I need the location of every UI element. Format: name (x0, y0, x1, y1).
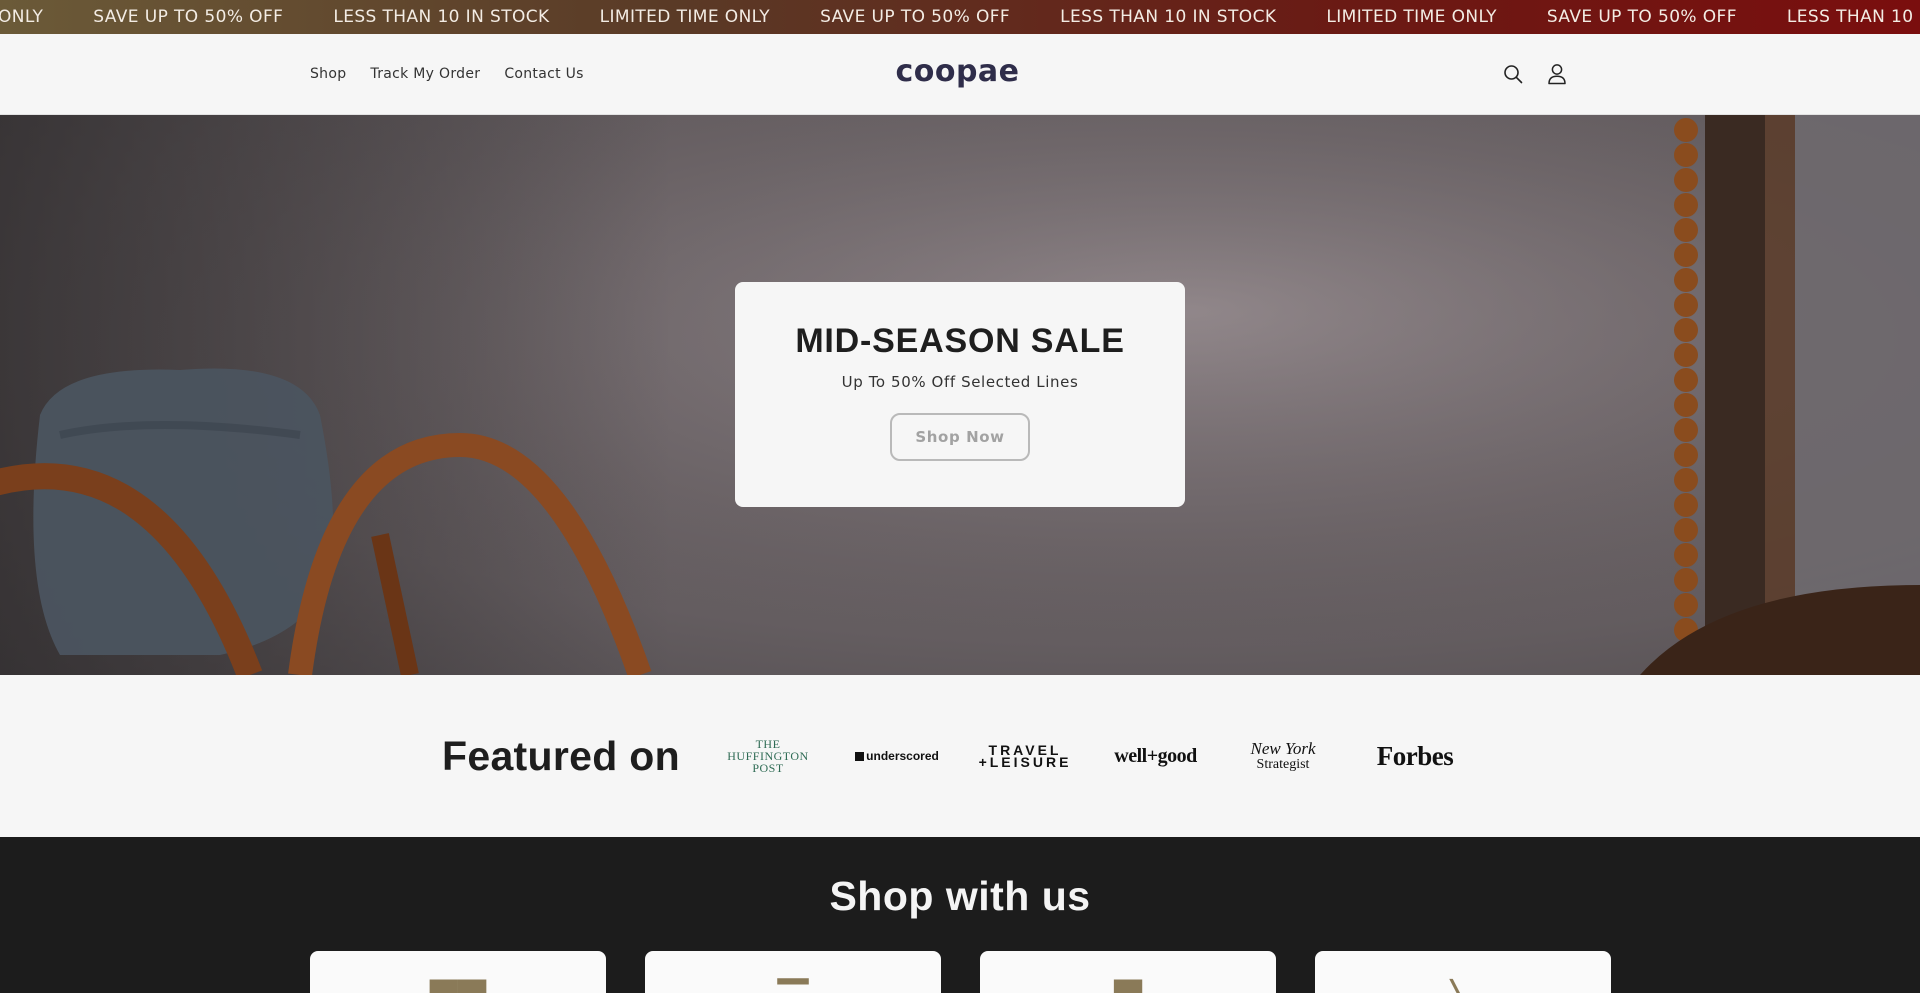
hero-promo-card: MID-SEASON SALE Up To 50% Off Selected L… (735, 282, 1185, 507)
shop-card[interactable]: ▀ (980, 951, 1276, 993)
new-york-text: New York (1250, 739, 1316, 758)
underscored-text: underscored (866, 749, 939, 763)
travel-line: +LEISURE (978, 754, 1072, 770)
card-image: ╲ (1315, 979, 1611, 993)
shop-card[interactable]: ██ (310, 951, 606, 993)
huffington-post-logo: THE HUFFINGTON POST (718, 675, 818, 837)
shop-card[interactable]: ╲ (1315, 951, 1611, 993)
announcement-bar: ONLY SAVE UP TO 50% OFF LESS THAN 10 IN … (0, 0, 1920, 34)
card-image: ██ (310, 979, 606, 993)
announcement-item: SAVE UP TO 50% OFF (93, 7, 284, 27)
forbes-logo: Forbes (1376, 740, 1454, 771)
new-york-strategist-logo: New York Strategist (1238, 675, 1328, 837)
account-icon[interactable] (1546, 63, 1568, 85)
announcement-track: ONLY SAVE UP TO 50% OFF LESS THAN 10 IN … (0, 0, 1920, 34)
featured-title: Featured on (442, 733, 680, 779)
header-icons (1502, 34, 1568, 114)
main-nav: Shop Track My Order Contact Us (310, 34, 584, 114)
nav-link-shop[interactable]: Shop (310, 66, 346, 82)
card-image: ▔ (645, 979, 941, 993)
nav-link-track-order[interactable]: Track My Order (370, 66, 480, 82)
huffington-line: POST (752, 761, 784, 775)
search-icon[interactable] (1502, 63, 1524, 85)
well-good-logo: well+good (1114, 744, 1197, 767)
underscored-mark-icon (855, 751, 865, 761)
announcement-item: LIMITED TIME ONLY (1326, 7, 1497, 27)
announcement-item: LESS THAN 10 IN STOCK (333, 7, 550, 27)
announcement-item: SAVE UP TO 50% OFF (1546, 7, 1737, 27)
featured-on-section: Featured on THE HUFFINGTON POST undersco… (0, 675, 1920, 837)
hero-banner: MID-SEASON SALE Up To 50% Off Selected L… (0, 115, 1920, 675)
underscored-logo: underscored (855, 675, 939, 837)
shop-title: Shop with us (829, 873, 1091, 919)
hero-title: MID-SEASON SALE (795, 322, 1125, 360)
announcement-item: LESS THAN 10 IN (1786, 7, 1920, 27)
announcement-item: SAVE UP TO 50% OFF (820, 7, 1011, 27)
announcement-item: ONLY (0, 7, 44, 27)
strategist-text: Strategist (1256, 757, 1310, 772)
announcement-item: LESS THAN 10 IN STOCK (1060, 7, 1277, 27)
shop-card[interactable]: ▔ (645, 951, 941, 993)
site-logo[interactable]: coopae (890, 54, 1025, 89)
nav-link-contact[interactable]: Contact Us (504, 66, 583, 82)
announcement-item: LIMITED TIME ONLY (599, 7, 771, 27)
site-header: Shop Track My Order Contact Us coopae (0, 34, 1920, 115)
hero-subtitle: Up To 50% Off Selected Lines (841, 373, 1079, 391)
card-image: ▀ (980, 979, 1276, 993)
shop-now-button[interactable]: Shop Now (890, 413, 1030, 461)
travel-leisure-logo: TRAVEL +LEISURE (978, 675, 1072, 837)
shop-with-us-section: Shop with us ██ ▔ ▀ ╲ (0, 837, 1920, 993)
